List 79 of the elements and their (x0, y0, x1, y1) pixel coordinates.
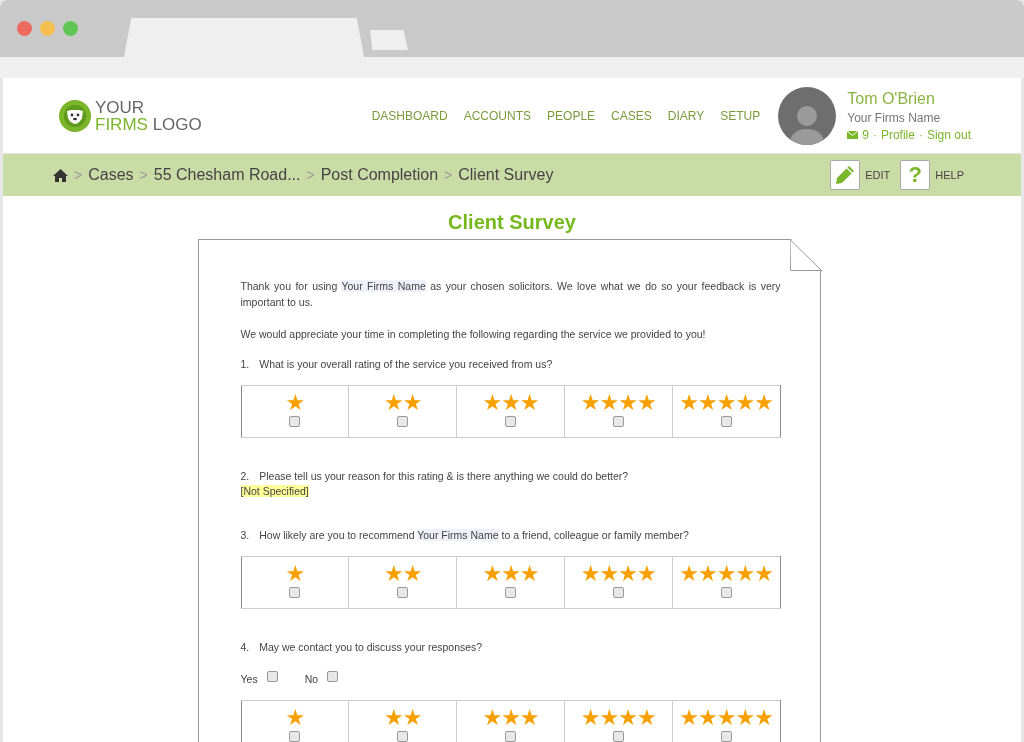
star-rating-label: ★★ (383, 561, 422, 586)
checkbox[interactable] (397, 730, 409, 742)
separator-dot: · (918, 127, 923, 142)
question-text: Please tell us your reason for this rating & is there anything we could do better? (259, 470, 629, 482)
browser-tab[interactable] (124, 18, 364, 57)
message-count[interactable]: 9 (862, 127, 869, 142)
star-rating-label: ★★★★★ (679, 390, 773, 415)
checkbox[interactable] (720, 586, 732, 598)
checkbox[interactable] (505, 415, 516, 427)
checkbox[interactable] (505, 730, 516, 742)
separator-dot: · (872, 127, 877, 142)
star-rating-label: ★★★ (482, 390, 539, 415)
intro-text: We would appreciate your time in completing the following regarding the service we provided to you! (240, 327, 707, 342)
firm-name: Your Firms Name (847, 110, 942, 125)
option-label: Yes (240, 673, 258, 685)
new-tab-button[interactable] (370, 30, 408, 50)
question-text: What is your overall rating of the service you received from us? (259, 358, 553, 370)
logo-text: FIRMS LOGO (95, 115, 202, 133)
star-rating-label: ★★★ (482, 561, 539, 586)
nav-link[interactable]: DIARY (667, 108, 705, 123)
survey-title: Client Survey (448, 211, 576, 234)
star-rating-label: ★ (285, 390, 305, 415)
question-text: May we contact you to discuss your responses? (259, 641, 483, 653)
close-button[interactable] (17, 21, 32, 36)
logo-icon (58, 97, 92, 134)
question-number: 2. (240, 470, 250, 482)
breadcrumb-separator: > (139, 167, 148, 183)
question-number: 4. (240, 641, 250, 653)
user-name: Tom O'Brien (847, 89, 936, 108)
checkbox[interactable] (612, 730, 624, 742)
intro-text: Thank you for using Your Firms Name as your chosen solicitors. We love what we do so your feedback is very important to us. (240, 279, 781, 310)
checkbox[interactable] (505, 586, 516, 598)
checkbox[interactable] (720, 415, 732, 427)
breadcrumb-separator: > (444, 167, 453, 183)
star-rating-label: ★★★★ (580, 561, 656, 586)
checkbox[interactable] (720, 730, 732, 742)
checkbox[interactable] (397, 415, 409, 427)
star-rating-label: ★★ (383, 705, 422, 730)
star-rating-label: ★ (285, 561, 305, 586)
breadcrumb-link[interactable]: Post Completion (320, 166, 439, 184)
nav-link[interactable]: PEOPLE (547, 108, 596, 123)
user-link[interactable]: Sign out (926, 127, 971, 142)
nav-link[interactable]: CASES (611, 108, 652, 123)
edit-button[interactable] (830, 160, 861, 190)
checkbox[interactable] (327, 670, 339, 682)
home-icon[interactable] (53, 168, 68, 182)
checkbox[interactable] (289, 730, 301, 742)
nav-link[interactable]: ACCOUNTS (463, 108, 532, 123)
checkbox[interactable] (397, 586, 409, 598)
envelope-icon[interactable] (847, 130, 859, 139)
action-label[interactable]: HELP (935, 169, 964, 181)
question-text: How likely are you to recommend Your Firms Name to a friend, colleague or family member? (259, 529, 689, 541)
option-label: No (304, 673, 319, 685)
checkbox[interactable] (289, 586, 301, 598)
nav-link[interactable]: DASHBOARD (371, 108, 448, 123)
checkbox[interactable] (612, 415, 624, 427)
checkbox[interactable] (612, 586, 624, 598)
checkbox[interactable] (266, 670, 278, 682)
answer-text: [Not Specified] (240, 485, 309, 497)
logo-text: YOUR (95, 98, 146, 116)
star-rating-label: ★★★★★ (679, 561, 773, 586)
help-button[interactable]: ? (900, 160, 931, 190)
star-rating-label: ★★★ (482, 705, 539, 730)
breadcrumb-separator: > (306, 167, 315, 183)
breadcrumb-link[interactable]: Cases (88, 166, 134, 184)
star-rating-label: ★★★★ (580, 705, 656, 730)
breadcrumb-link[interactable]: 55 Chesham Road... (153, 166, 301, 184)
star-rating-label: ★ (285, 705, 305, 730)
breadcrumb-separator: > (74, 167, 83, 183)
star-rating-label: ★★★★ (580, 390, 656, 415)
action-label[interactable]: EDIT (865, 169, 891, 181)
checkbox[interactable] (289, 415, 301, 427)
user-link[interactable]: Profile (880, 127, 915, 142)
star-rating-label: ★★★★★ (679, 705, 773, 730)
pencil-icon (835, 165, 856, 185)
nav-link[interactable]: SETUP (720, 108, 761, 123)
star-rating-label: ★★ (383, 390, 422, 415)
question-number: 3. (240, 529, 250, 541)
question-number: 1. (240, 358, 250, 370)
